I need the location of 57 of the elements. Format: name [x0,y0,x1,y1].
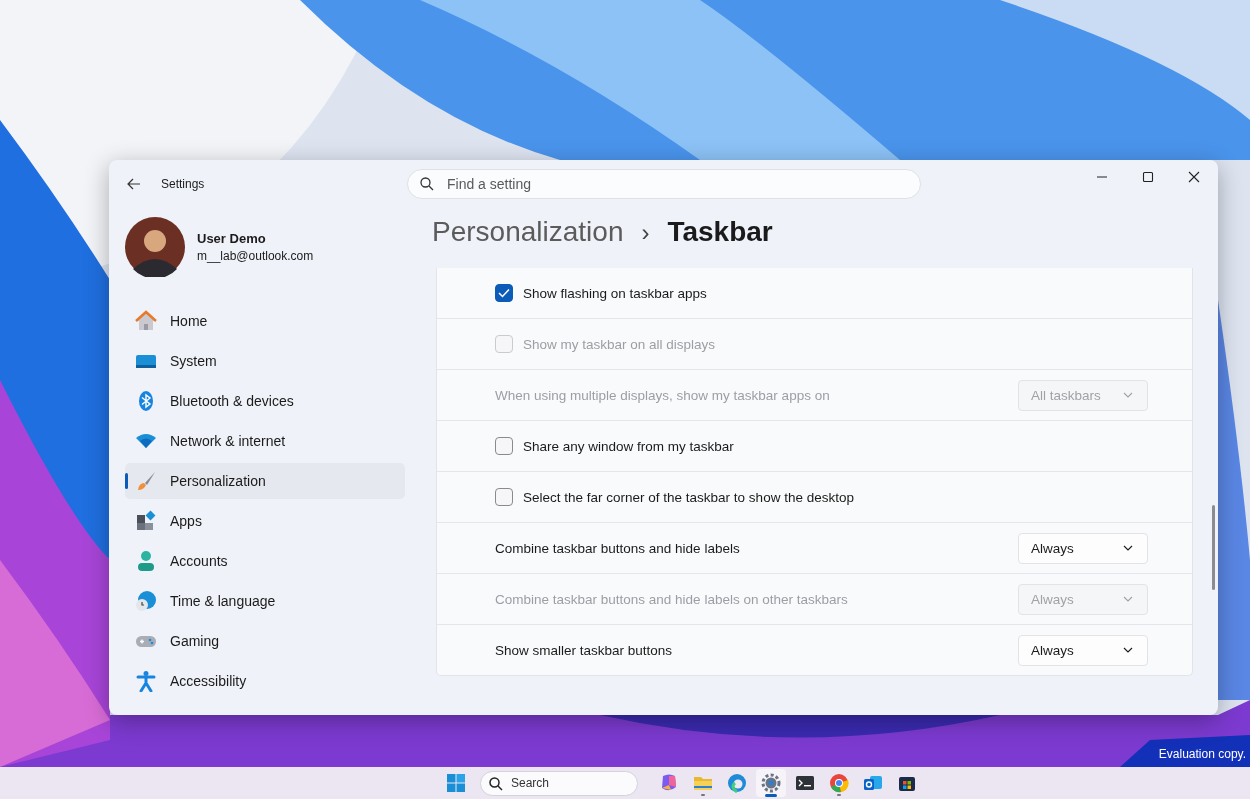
nav-item[interactable]: System [125,343,405,379]
mail-app-icon[interactable] [863,773,883,793]
scrollbar[interactable] [1212,505,1215,590]
page-title: Taskbar [667,216,773,248]
chevron-down-icon [1123,647,1133,653]
setting-label: Combine taskbar buttons and hide labels on other taskbars [495,591,848,607]
browser-swirl-icon[interactable] [727,773,747,793]
chrome-icon[interactable] [829,773,849,793]
close-icon[interactable] [1188,171,1200,183]
taskbar-search-field[interactable]: Search [480,770,638,796]
search-icon [489,776,503,791]
checkbox[interactable] [495,437,513,455]
gear-icon[interactable] [761,773,781,793]
desktop-text: Evaluation copy. [1158,747,1246,761]
setting-label: When using multiple displays, show my taskbar apps on [495,387,830,403]
setting-label: Select the far corner of the taskbar to show the desktop [523,489,854,505]
terminal-icon[interactable] [795,773,815,793]
nav-item[interactable]: Gaming [125,623,405,659]
person-icon [135,550,157,572]
nav-item[interactable]: Accounts [125,543,405,579]
breadcrumb-link[interactable]: Personalization [432,216,624,248]
setting-label: Share any window from my taskbar [523,438,734,454]
user-email: m__lab@outlook.com [197,249,314,263]
checkbox[interactable] [495,284,513,302]
nav-item[interactable]: Personalization [125,463,405,499]
setting-label: Combine taskbar buttons and hide labels [495,540,740,556]
settings-search-field[interactable]: Find a setting [407,169,921,199]
nav-item[interactable]: Time & language [125,583,405,619]
nav-item[interactable]: Home [125,303,405,339]
house-icon [135,310,157,332]
globe-clock-icon [135,590,157,612]
checkbox[interactable] [495,488,513,506]
dropdown[interactable]: Always [1018,532,1148,564]
chevron-separator: › [641,219,650,247]
checkmark-icon [498,288,510,298]
window-title: Settings [161,177,205,191]
chevron-down-icon [1123,545,1133,551]
accessibility-icon [135,670,157,692]
nav-item[interactable]: Network & internet [125,423,405,459]
search-icon [420,177,434,191]
nav-item[interactable]: Apps [125,503,405,539]
maximize-icon[interactable] [1142,171,1154,183]
start-icon[interactable] [447,774,465,792]
apps-icon [135,510,157,532]
chevron-down-icon [1123,392,1133,398]
nav-item[interactable]: Bluetooth & devices [125,383,405,419]
user-name: User Demo [197,231,267,246]
avatar [125,217,185,277]
copilot-icon[interactable] [659,773,679,793]
taskbar-app[interactable] [756,769,786,797]
dropdown[interactable]: Always [1018,634,1148,666]
setting-label: Show my taskbar on all displays [523,336,716,352]
setting-label: Show smaller taskbar buttons [495,642,673,658]
setting-label: Show flashing on taskbar apps [523,285,707,301]
back-arrow-icon[interactable] [127,178,141,190]
chevron-down-icon [1123,596,1133,602]
nav-item[interactable]: Accessibility [125,663,405,699]
